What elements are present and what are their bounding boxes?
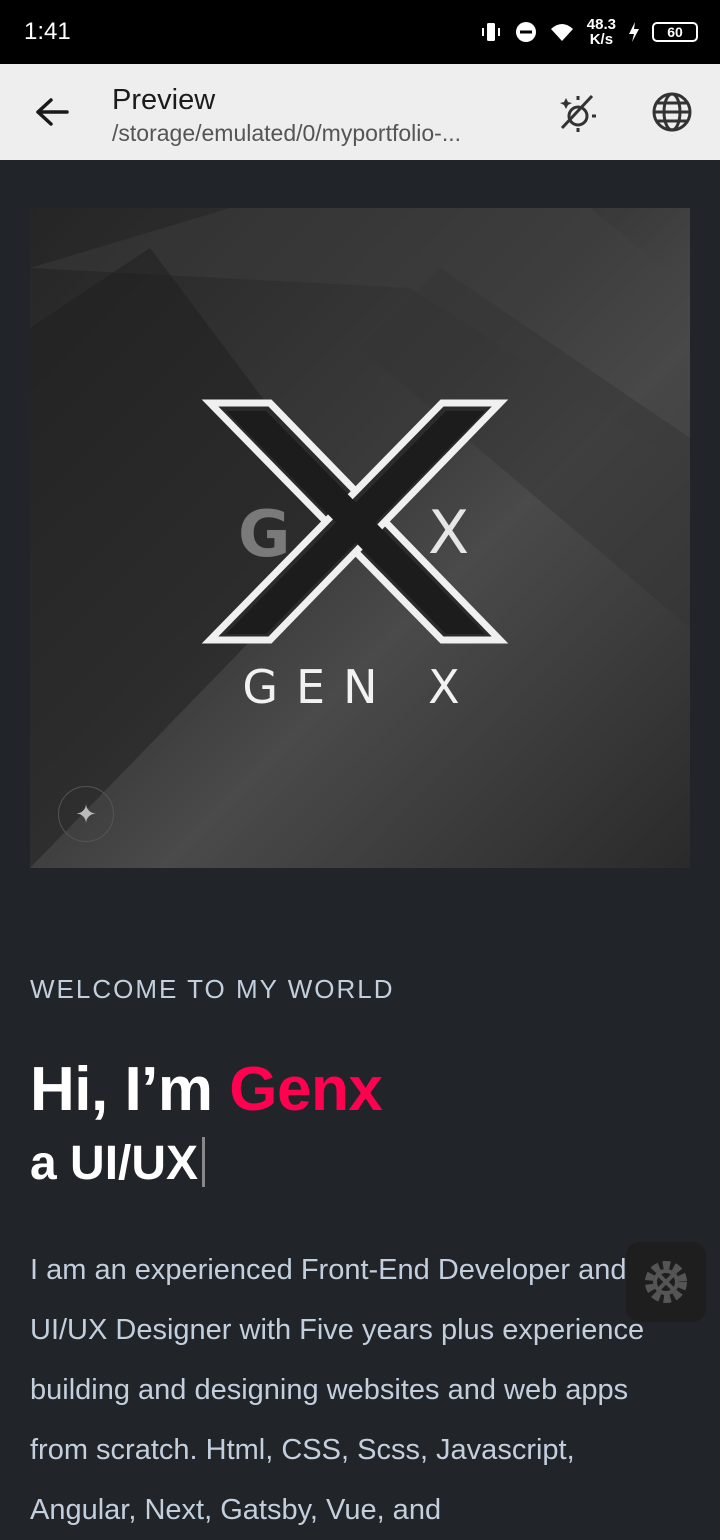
logo-letter-g: G (238, 498, 291, 572)
battery-icon: 60 (652, 22, 698, 42)
vibrate-icon (481, 23, 500, 41)
hero-logo-image: G X GEN X ✦ (30, 208, 690, 868)
role-typing-text: a UI/UX (30, 1136, 206, 1191)
status-icons: 48.3 K/s 60 (479, 14, 698, 50)
globe-icon (652, 92, 692, 132)
hero-heading: Hi, I’m Genx (30, 1054, 383, 1125)
arrow-back-icon (36, 98, 69, 126)
network-speed: 48.3 K/s (586, 16, 616, 48)
name-highlight: Genx (229, 1055, 383, 1124)
settings-button[interactable] (626, 1242, 706, 1322)
status-time: 1:41 (24, 18, 71, 45)
logo-letter-x: X (428, 498, 470, 568)
theme-toggle-button[interactable] (552, 88, 600, 136)
back-button[interactable] (24, 88, 80, 136)
wifi-icon (550, 24, 573, 41)
greeting-text: Hi, I’m (30, 1055, 230, 1124)
bio-paragraph: I am an experienced Front-End Developer … (30, 1254, 645, 1526)
open-browser-button[interactable] (648, 88, 696, 136)
logo-wordmark: GEN X (242, 660, 478, 714)
ai-sparkle-icon: ✦ (58, 786, 114, 842)
role-text: a UI/UX (30, 1137, 199, 1190)
logo-graphic (30, 208, 690, 868)
status-bar: 1:41 48.3 K/s 60 (0, 0, 720, 64)
dnd-icon (515, 22, 536, 42)
welcome-label: WELCOME TO MY WORLD (30, 974, 395, 1004)
file-path: /storage/emulated/0/myportfolio-... (112, 120, 461, 146)
page-title: Preview (112, 84, 216, 116)
theme-toggle-icon (560, 94, 596, 132)
typing-cursor (202, 1137, 206, 1188)
settings-gear-icon (645, 1261, 687, 1303)
app-toolbar: Preview /storage/emulated/0/myportfolio-… (0, 64, 720, 160)
charging-icon (629, 22, 639, 42)
